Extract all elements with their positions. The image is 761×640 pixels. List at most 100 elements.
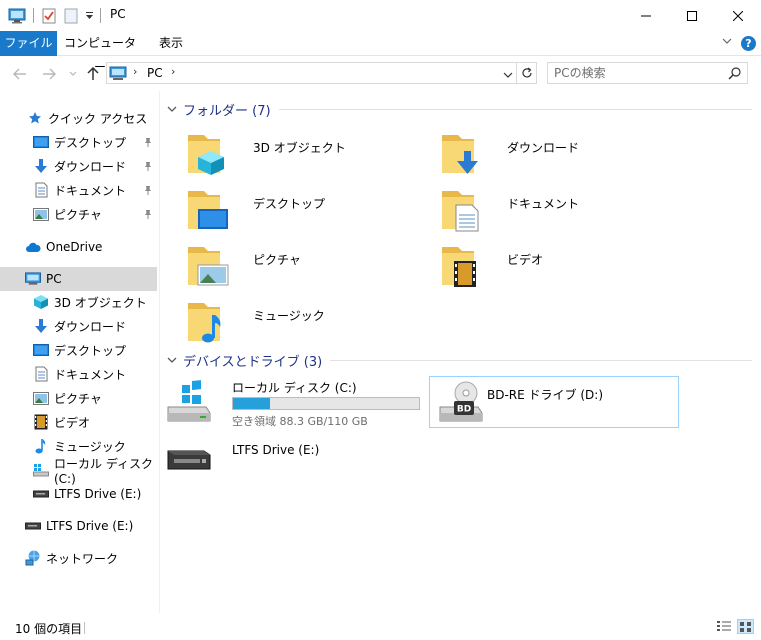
drive-ltfs-e[interactable]: LTFS Drive (E:) [162, 431, 412, 483]
nav-pc-documents[interactable]: ドキュメント [0, 362, 157, 386]
pin-icon[interactable] [143, 208, 153, 222]
folder-downloads[interactable]: ダウンロード [437, 127, 687, 181]
help-icon[interactable]: ? [741, 36, 756, 51]
nav-label: OneDrive [46, 240, 103, 254]
pc-icon[interactable] [8, 7, 26, 25]
address-row: › PC › [0, 57, 761, 91]
nav-pc[interactable]: PC [0, 267, 157, 291]
local-disk-icon [164, 379, 214, 425]
breadcrumb-pc[interactable]: PC [147, 66, 163, 80]
star-icon [27, 110, 43, 126]
tab-view[interactable]: 表示 [148, 31, 194, 56]
up-button[interactable] [84, 65, 102, 83]
group-header-folders[interactable]: フォルダー (7) [167, 99, 752, 119]
music-note-icon [33, 438, 49, 454]
breadcrumb-chevron-icon[interactable]: › [171, 65, 175, 78]
pin-icon[interactable] [143, 136, 153, 150]
document-icon [33, 182, 49, 198]
close-button[interactable] [715, 0, 761, 31]
pin-icon[interactable] [143, 184, 153, 198]
nav-label: ドキュメント [54, 183, 127, 198]
maximize-button[interactable] [669, 0, 715, 31]
folder-documents-icon [440, 185, 486, 233]
nav-quick-desktop[interactable]: デスクトップ [0, 130, 157, 154]
bd-drive-icon: BD [436, 379, 486, 425]
tab-file[interactable]: ファイル [0, 31, 57, 56]
nav-pc-ltfs-drive[interactable]: LTFS Drive (E:) [0, 482, 157, 506]
nav-label: ビデオ [54, 415, 91, 430]
address-dropdown-chevron-icon[interactable] [503, 68, 513, 82]
folder-3d-objects[interactable]: 3D オブジェクト [183, 127, 433, 181]
back-button[interactable] [11, 65, 29, 83]
nav-label: ドキュメント [54, 367, 127, 382]
nav-quick-access[interactable]: クイック アクセス [0, 106, 157, 130]
tape-drive-icon [164, 435, 214, 481]
drive-local-disk-c[interactable]: ローカル ディスク (C:) 空き領域 88.3 GB/110 GB [162, 375, 420, 428]
nav-quick-downloads[interactable]: ダウンロード [0, 154, 157, 178]
folder-desktop-icon [186, 185, 232, 233]
forward-button[interactable] [40, 65, 58, 83]
new-folder-icon[interactable] [64, 7, 78, 25]
nav-pc-videos[interactable]: ビデオ [0, 410, 157, 434]
title-bar: PC [0, 0, 761, 31]
nav-quick-pictures[interactable]: ピクチャ [0, 202, 157, 226]
nav-pc-3d-objects[interactable]: 3D オブジェクト [0, 290, 157, 314]
folder-videos-icon [440, 241, 486, 289]
address-bar[interactable]: › PC › [106, 62, 517, 84]
tab-computer[interactable]: コンピューター [60, 31, 140, 74]
cloud-icon [25, 239, 41, 255]
cube-icon [33, 294, 49, 310]
collapse-chevron-icon[interactable] [167, 356, 177, 364]
collapse-chevron-icon[interactable] [167, 105, 177, 113]
recent-locations-chevron-icon[interactable] [64, 65, 82, 83]
details-view-icon[interactable] [716, 620, 732, 637]
nav-network[interactable]: ネットワーク [0, 546, 157, 570]
nav-pc-local-disk[interactable]: ローカル ディスク (C:) [0, 457, 157, 486]
nav-onedrive[interactable]: OneDrive [0, 235, 157, 259]
search-icon[interactable] [728, 66, 742, 83]
pictures-icon [33, 206, 49, 222]
folder-documents[interactable]: ドキュメント [437, 183, 687, 237]
nav-pc-desktop[interactable]: デスクトップ [0, 338, 157, 362]
folder-videos[interactable]: ビデオ [437, 239, 687, 293]
status-bar: 10 個の項目 [0, 613, 761, 640]
search-input[interactable] [554, 65, 724, 81]
minimize-button[interactable] [623, 0, 669, 31]
breadcrumb-chevron-icon[interactable]: › [133, 65, 137, 78]
drive-free-space: 空き領域 88.3 GB/110 GB [232, 415, 368, 428]
folder-music[interactable]: ミュージック [183, 295, 433, 349]
desktop-icon [33, 342, 49, 358]
tape-drive-icon [25, 518, 41, 534]
search-box[interactable] [547, 62, 748, 84]
drive-name: BD-RE ドライブ (D:) [487, 388, 603, 402]
nav-label: ダウンロード [54, 159, 127, 174]
customize-qat-chevron-icon[interactable] [85, 7, 94, 25]
properties-icon[interactable] [42, 7, 56, 25]
nav-label: デスクトップ [54, 135, 127, 150]
folder-music-icon [186, 297, 232, 345]
download-icon [33, 158, 49, 174]
nav-pc-pictures[interactable]: ピクチャ [0, 386, 157, 410]
folder-label: ビデオ [507, 253, 544, 267]
content-pane: フォルダー (7) 3D オブジェクト ダウンロード デスクトップ ドキュメント… [161, 91, 761, 613]
nav-pc-downloads[interactable]: ダウンロード [0, 314, 157, 338]
folder-pictures[interactable]: ピクチャ [183, 239, 433, 293]
refresh-icon [521, 67, 532, 78]
nav-label: デスクトップ [54, 343, 127, 358]
nav-label: 3D オブジェクト [54, 295, 147, 310]
folder-label: ピクチャ [253, 253, 301, 267]
nav-ltfs-drive[interactable]: LTFS Drive (E:) [0, 514, 157, 538]
refresh-button[interactable] [517, 62, 537, 84]
folder-desktop[interactable]: デスクトップ [183, 183, 433, 237]
folder-label: ドキュメント [507, 197, 580, 211]
drive-usage-bar [232, 397, 420, 410]
large-icons-view-icon[interactable] [737, 619, 754, 634]
pin-icon[interactable] [143, 160, 153, 174]
drive-bd-re-d[interactable]: BD BD-RE ドライブ (D:) [429, 376, 679, 428]
expand-ribbon-chevron-icon[interactable] [721, 35, 733, 50]
group-header-devices[interactable]: デバイスとドライブ (3) [167, 350, 752, 370]
nav-label: ピクチャ [54, 207, 102, 222]
tape-drive-icon [33, 486, 49, 502]
nav-label: LTFS Drive (E:) [46, 519, 134, 533]
nav-quick-documents[interactable]: ドキュメント [0, 178, 157, 202]
